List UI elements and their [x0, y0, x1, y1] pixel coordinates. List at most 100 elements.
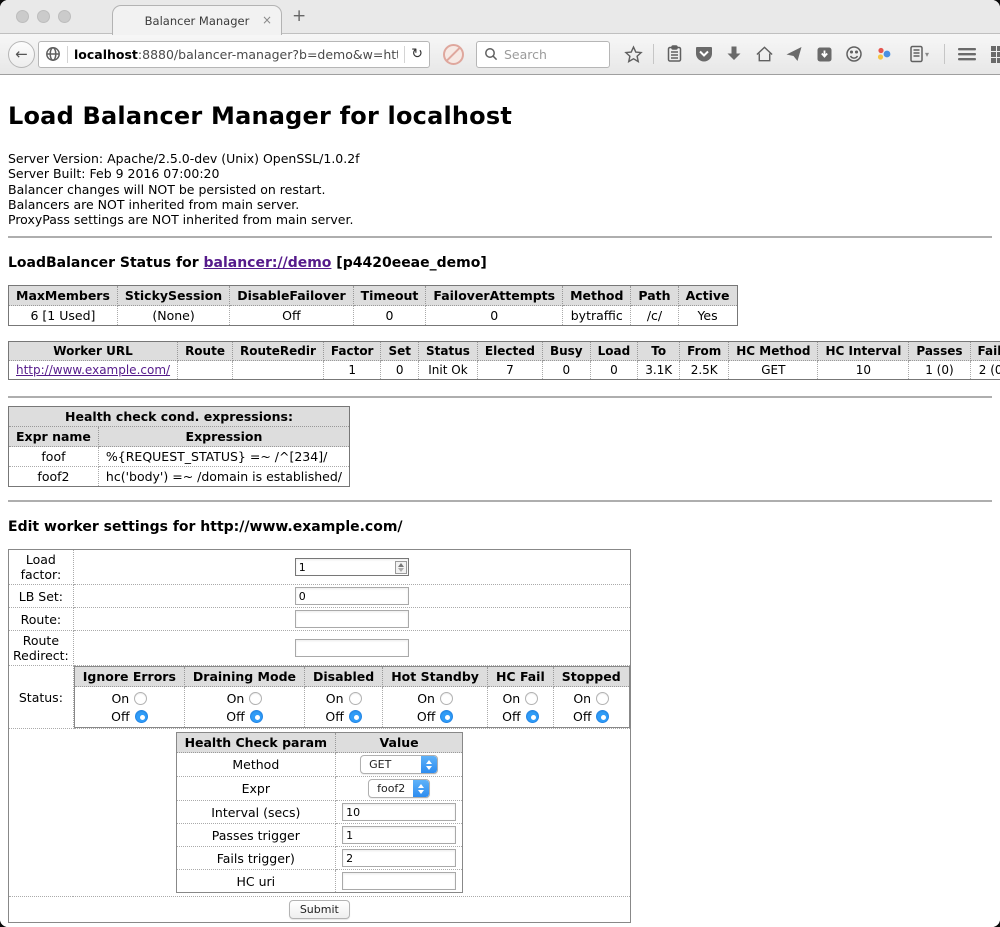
- disabled-off-radio[interactable]: [349, 710, 362, 723]
- lb-set-label: LB Set:: [9, 585, 74, 608]
- tab-title: Balancer Manager: [145, 14, 250, 28]
- status-cell-stopped: On Off: [553, 687, 629, 728]
- on-label: On: [502, 691, 520, 706]
- stepper-arrows-icon[interactable]: [395, 561, 407, 574]
- downloads-button[interactable]: [724, 44, 744, 64]
- cell-load: 0: [590, 361, 638, 380]
- pocket-button[interactable]: [694, 44, 714, 64]
- load-factor-stepper[interactable]: [295, 558, 409, 576]
- hc-uri-input[interactable]: [342, 872, 456, 890]
- form-row-load-factor: Load factor:: [9, 550, 631, 585]
- hc-param-row: Expr foof2: [176, 777, 463, 801]
- reload-icon[interactable]: ↻: [411, 46, 423, 62]
- clipboard-icon: [666, 45, 683, 63]
- off-label: Off: [111, 709, 129, 724]
- column-header: Elected: [477, 342, 542, 361]
- column-header: Expression: [98, 427, 349, 447]
- toolbar-divider: [653, 44, 654, 64]
- route-redirect-label: Route Redirect:: [9, 631, 74, 666]
- stopped-off-radio[interactable]: [596, 710, 609, 723]
- notice-line: Balancers are NOT inherited from main se…: [8, 197, 992, 212]
- method-label: Method: [176, 753, 336, 777]
- hc-fail-on-radio[interactable]: [525, 692, 538, 705]
- ignore-errors-on-radio[interactable]: [134, 692, 147, 705]
- hot-standby-on-radio[interactable]: [440, 692, 453, 705]
- hot-standby-off-radio[interactable]: [440, 710, 453, 723]
- tab-balancer-manager[interactable]: Balancer Manager ×: [112, 5, 282, 35]
- column-header: Active: [678, 286, 737, 306]
- download-arrow-icon: [726, 45, 742, 63]
- balancer-status-table: MaxMembers StickySession DisableFailover…: [8, 285, 738, 326]
- cell-set: 0: [381, 361, 419, 380]
- bookmark-star-button[interactable]: [623, 44, 643, 64]
- close-window-button[interactable]: [16, 10, 29, 23]
- select-arrows-icon: [421, 756, 437, 773]
- passes-input[interactable]: [342, 826, 456, 844]
- minimize-window-button[interactable]: [37, 10, 50, 23]
- off-label: Off: [502, 709, 520, 724]
- cell-path: /c/: [631, 306, 678, 326]
- home-button[interactable]: [754, 44, 774, 64]
- on-label: On: [111, 691, 129, 706]
- method-select[interactable]: GET: [360, 755, 438, 774]
- interval-input[interactable]: [342, 803, 456, 821]
- route-redirect-input[interactable]: [295, 639, 409, 657]
- column-header: FailoverAttempts: [426, 286, 563, 306]
- status-cell-draining-mode: On Off: [184, 687, 304, 728]
- method-select-value: GET: [361, 756, 421, 773]
- worker-url-link[interactable]: http://www.example.com/: [16, 363, 170, 377]
- load-factor-input[interactable]: [295, 558, 409, 576]
- column-header: Path: [631, 286, 678, 306]
- extension-button[interactable]: [874, 44, 894, 64]
- fails-input[interactable]: [342, 849, 456, 867]
- submit-button[interactable]: Submit: [289, 900, 350, 919]
- cell-disablefailover: Off: [230, 306, 353, 326]
- panel-button[interactable]: [814, 44, 834, 64]
- tab-close-icon[interactable]: ×: [262, 13, 272, 27]
- zoom-window-button[interactable]: [58, 10, 71, 23]
- search-input[interactable]: Search: [476, 41, 610, 68]
- hc-fail-off-radio[interactable]: [526, 710, 539, 723]
- ignore-errors-off-radio[interactable]: [135, 710, 148, 723]
- chevron-down-icon: ▾: [925, 50, 929, 59]
- cell-active: Yes: [678, 306, 737, 326]
- column-header: Passes: [909, 342, 970, 361]
- expr-select[interactable]: foof2: [368, 779, 430, 798]
- edit-worker-form: Load factor: LB Set: Route: Route Redire…: [8, 549, 631, 923]
- status-cell-hc-fail: On Off: [487, 687, 553, 728]
- lb-set-input[interactable]: [295, 587, 409, 605]
- sidebar-button[interactable]: ▾: [904, 44, 934, 64]
- reading-list-button[interactable]: [664, 44, 684, 64]
- column-header: HC Interval: [818, 342, 909, 361]
- column-header: Draining Mode: [184, 667, 304, 687]
- new-tab-button[interactable]: +: [292, 6, 306, 26]
- form-row-route: Route:: [9, 608, 631, 631]
- disabled-on-radio[interactable]: [349, 692, 362, 705]
- url-text[interactable]: localhost:8880/balancer-manager?b=demo&w…: [74, 47, 398, 62]
- nav-toolbar: ← localhost:8880/balancer-manager?b=demo…: [0, 34, 1000, 75]
- menu-button[interactable]: [957, 44, 977, 64]
- divider: [8, 396, 992, 398]
- column-header: Route: [178, 342, 233, 361]
- table-row: foof %{REQUEST_STATUS} =~ /^[234]/: [9, 447, 350, 467]
- select-arrows-icon: [413, 780, 429, 797]
- cell-fails: 2 (0): [970, 361, 1000, 380]
- table-row: foof2 hc('body') =~ /domain is establish…: [9, 467, 350, 487]
- on-label: On: [227, 691, 245, 706]
- route-input[interactable]: [295, 610, 409, 628]
- share-button[interactable]: [784, 44, 804, 64]
- draining-mode-on-radio[interactable]: [249, 692, 262, 705]
- stopped-on-radio[interactable]: [596, 692, 609, 705]
- draining-mode-off-radio[interactable]: [250, 710, 263, 723]
- cell-hc-method: GET: [729, 361, 818, 380]
- url-bar[interactable]: localhost:8880/balancer-manager?b=demo&w…: [38, 41, 430, 68]
- tab-groups-button[interactable]: [989, 44, 1000, 64]
- cell-from: 2.5K: [680, 361, 729, 380]
- balancer-demo-link[interactable]: balancer://demo: [204, 255, 332, 271]
- url-divider: [404, 46, 405, 63]
- column-header: Worker URL: [9, 342, 178, 361]
- back-button[interactable]: ←: [8, 41, 35, 68]
- interval-label: Interval (secs): [176, 801, 336, 824]
- feedback-button[interactable]: [844, 44, 864, 64]
- content-blocked-icon[interactable]: [443, 44, 464, 65]
